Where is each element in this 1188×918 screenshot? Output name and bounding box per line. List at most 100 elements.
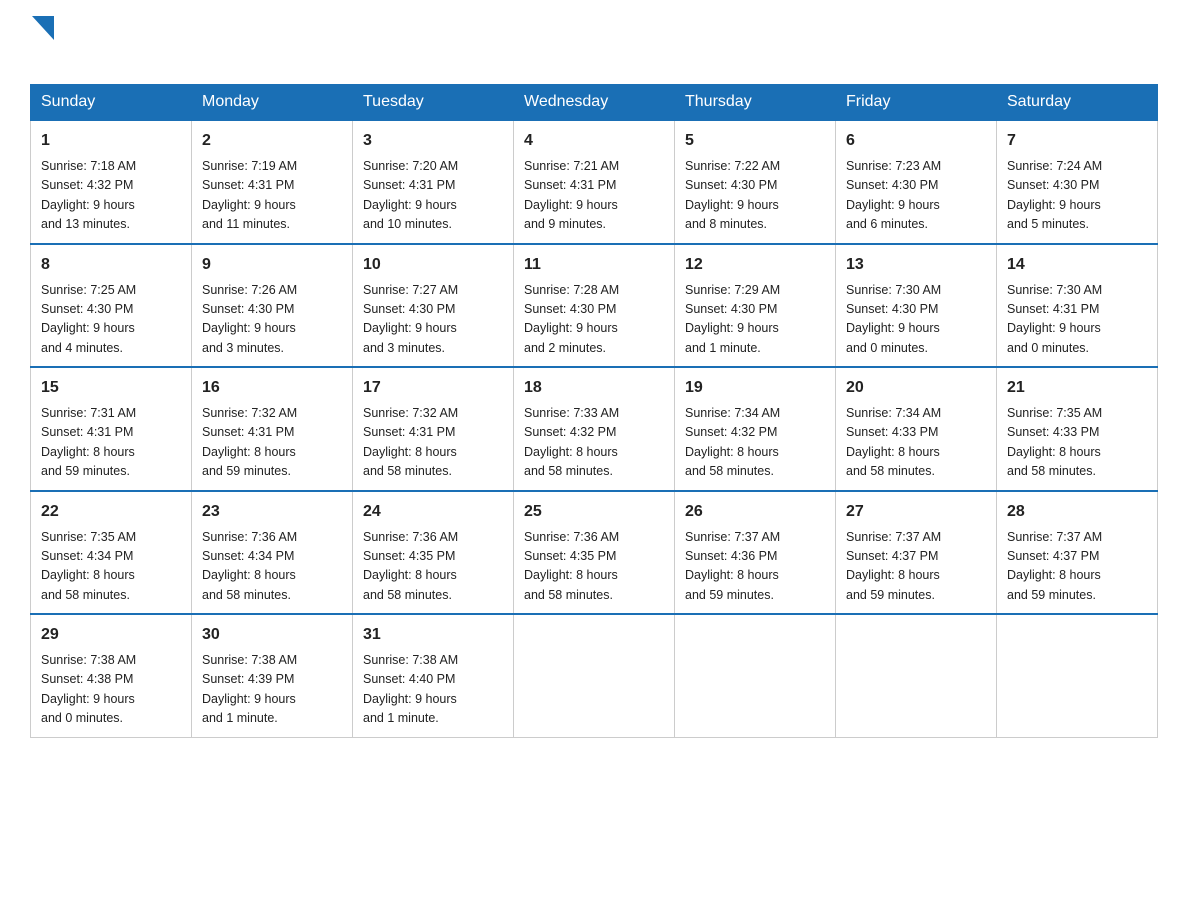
calendar-cell: 23 Sunrise: 7:36 AM Sunset: 4:34 PM Dayli… [192,491,353,615]
calendar-cell: 7 Sunrise: 7:24 AM Sunset: 4:30 PM Daylig… [997,120,1158,244]
day-info: Sunrise: 7:24 AM Sunset: 4:30 PM Dayligh… [1007,157,1147,235]
calendar-cell: 24 Sunrise: 7:36 AM Sunset: 4:35 PM Dayli… [353,491,514,615]
calendar-cell: 11Sunrise: 7:28 AM Sunset: 4:30 PM Dayli… [514,244,675,368]
calendar-cell: 12Sunrise: 7:29 AM Sunset: 4:30 PM Dayli… [675,244,836,368]
day-number: 25 [524,500,664,524]
weekday-header-monday: Monday [192,85,353,121]
day-number: 22 [41,500,181,524]
day-info: Sunrise: 7:22 AM Sunset: 4:30 PM Dayligh… [685,157,825,235]
calendar-cell [997,614,1158,737]
calendar-cell: 21Sunrise: 7:35 AM Sunset: 4:33 PM Dayli… [997,367,1158,491]
calendar-week-row: 8 Sunrise: 7:25 AM Sunset: 4:30 PM Daylig… [31,244,1158,368]
weekday-header-row: SundayMondayTuesdayWednesdayThursdayFrid… [31,85,1158,121]
day-info: Sunrise: 7:38 AM Sunset: 4:39 PM Dayligh… [202,651,342,729]
day-info: Sunrise: 7:35 AM Sunset: 4:34 PM Dayligh… [41,528,181,606]
calendar-cell: 14 Sunrise: 7:30 AM Sunset: 4:31 PM Dayli… [997,244,1158,368]
weekday-header-friday: Friday [836,85,997,121]
day-number: 14 [1007,253,1147,277]
day-info: Sunrise: 7:36 AM Sunset: 4:34 PM Dayligh… [202,528,342,606]
day-info: Sunrise: 7:32 AM Sunset: 4:31 PM Dayligh… [202,404,342,482]
day-number: 23 [202,500,342,524]
calendar-table: SundayMondayTuesdayWednesdayThursdayFrid… [30,84,1158,738]
calendar-cell: 9Sunrise: 7:26 AM Sunset: 4:30 PM Daylig… [192,244,353,368]
calendar-cell: 13 Sunrise: 7:30 AM Sunset: 4:30 PM Dayli… [836,244,997,368]
calendar-cell: 16 Sunrise: 7:32 AM Sunset: 4:31 PM Dayli… [192,367,353,491]
day-number: 17 [363,376,503,400]
calendar-cell: 26 Sunrise: 7:37 AM Sunset: 4:36 PM Dayli… [675,491,836,615]
day-number: 21 [1007,376,1147,400]
weekday-header-saturday: Saturday [997,85,1158,121]
calendar-week-row: 15 Sunrise: 7:31 AM Sunset: 4:31 PM Dayli… [31,367,1158,491]
day-info: Sunrise: 7:25 AM Sunset: 4:30 PM Dayligh… [41,281,181,359]
day-number: 5 [685,129,825,153]
day-info: Sunrise: 7:27 AM Sunset: 4:30 PM Dayligh… [363,281,503,359]
day-number: 28 [1007,500,1147,524]
day-number: 30 [202,623,342,647]
day-number: 29 [41,623,181,647]
calendar-cell: 8 Sunrise: 7:25 AM Sunset: 4:30 PM Daylig… [31,244,192,368]
day-info: Sunrise: 7:30 AM Sunset: 4:31 PM Dayligh… [1007,281,1147,359]
day-number: 11 [524,253,664,277]
calendar-cell: 4 Sunrise: 7:21 AM Sunset: 4:31 PM Daylig… [514,120,675,244]
day-number: 3 [363,129,503,153]
page-header [30,20,1158,74]
calendar-cell: 1Sunrise: 7:18 AM Sunset: 4:32 PM Daylig… [31,120,192,244]
day-info: Sunrise: 7:18 AM Sunset: 4:32 PM Dayligh… [41,157,181,235]
day-number: 7 [1007,129,1147,153]
day-number: 20 [846,376,986,400]
calendar-cell [836,614,997,737]
weekday-header-thursday: Thursday [675,85,836,121]
day-number: 9 [202,253,342,277]
day-number: 27 [846,500,986,524]
weekday-header-tuesday: Tuesday [353,85,514,121]
weekday-header-wednesday: Wednesday [514,85,675,121]
calendar-cell [514,614,675,737]
day-number: 8 [41,253,181,277]
calendar-cell: 2Sunrise: 7:19 AM Sunset: 4:31 PM Daylig… [192,120,353,244]
calendar-week-row: 22 Sunrise: 7:35 AM Sunset: 4:34 PM Dayli… [31,491,1158,615]
calendar-week-row: 1Sunrise: 7:18 AM Sunset: 4:32 PM Daylig… [31,120,1158,244]
day-info: Sunrise: 7:19 AM Sunset: 4:31 PM Dayligh… [202,157,342,235]
day-info: Sunrise: 7:33 AM Sunset: 4:32 PM Dayligh… [524,404,664,482]
day-info: Sunrise: 7:32 AM Sunset: 4:31 PM Dayligh… [363,404,503,482]
day-info: Sunrise: 7:37 AM Sunset: 4:37 PM Dayligh… [1007,528,1147,606]
weekday-header-sunday: Sunday [31,85,192,121]
calendar-cell: 18 Sunrise: 7:33 AM Sunset: 4:32 PM Dayli… [514,367,675,491]
calendar-week-row: 29Sunrise: 7:38 AM Sunset: 4:38 PM Dayli… [31,614,1158,737]
day-info: Sunrise: 7:31 AM Sunset: 4:31 PM Dayligh… [41,404,181,482]
calendar-cell: 25 Sunrise: 7:36 AM Sunset: 4:35 PM Dayli… [514,491,675,615]
logo-arrow-icon [32,16,54,40]
day-number: 13 [846,253,986,277]
day-info: Sunrise: 7:21 AM Sunset: 4:31 PM Dayligh… [524,157,664,235]
day-info: Sunrise: 7:36 AM Sunset: 4:35 PM Dayligh… [363,528,503,606]
calendar-cell: 29Sunrise: 7:38 AM Sunset: 4:38 PM Dayli… [31,614,192,737]
day-info: Sunrise: 7:34 AM Sunset: 4:32 PM Dayligh… [685,404,825,482]
day-number: 10 [363,253,503,277]
day-info: Sunrise: 7:37 AM Sunset: 4:37 PM Dayligh… [846,528,986,606]
calendar-cell: 22 Sunrise: 7:35 AM Sunset: 4:34 PM Dayli… [31,491,192,615]
day-info: Sunrise: 7:34 AM Sunset: 4:33 PM Dayligh… [846,404,986,482]
day-number: 19 [685,376,825,400]
day-info: Sunrise: 7:38 AM Sunset: 4:40 PM Dayligh… [363,651,503,729]
day-number: 15 [41,376,181,400]
day-info: Sunrise: 7:37 AM Sunset: 4:36 PM Dayligh… [685,528,825,606]
calendar-cell: 27 Sunrise: 7:37 AM Sunset: 4:37 PM Dayli… [836,491,997,615]
day-number: 12 [685,253,825,277]
calendar-cell: 15 Sunrise: 7:31 AM Sunset: 4:31 PM Dayli… [31,367,192,491]
calendar-cell: 30 Sunrise: 7:38 AM Sunset: 4:39 PM Dayli… [192,614,353,737]
day-info: Sunrise: 7:20 AM Sunset: 4:31 PM Dayligh… [363,157,503,235]
logo [30,20,54,74]
day-info: Sunrise: 7:30 AM Sunset: 4:30 PM Dayligh… [846,281,986,359]
day-number: 16 [202,376,342,400]
day-number: 4 [524,129,664,153]
calendar-cell [675,614,836,737]
day-number: 24 [363,500,503,524]
day-info: Sunrise: 7:36 AM Sunset: 4:35 PM Dayligh… [524,528,664,606]
day-number: 26 [685,500,825,524]
calendar-cell: 28 Sunrise: 7:37 AM Sunset: 4:37 PM Dayli… [997,491,1158,615]
day-number: 31 [363,623,503,647]
calendar-cell: 3 Sunrise: 7:20 AM Sunset: 4:31 PM Daylig… [353,120,514,244]
calendar-cell: 20 Sunrise: 7:34 AM Sunset: 4:33 PM Dayli… [836,367,997,491]
day-number: 18 [524,376,664,400]
calendar-cell: 17 Sunrise: 7:32 AM Sunset: 4:31 PM Dayli… [353,367,514,491]
